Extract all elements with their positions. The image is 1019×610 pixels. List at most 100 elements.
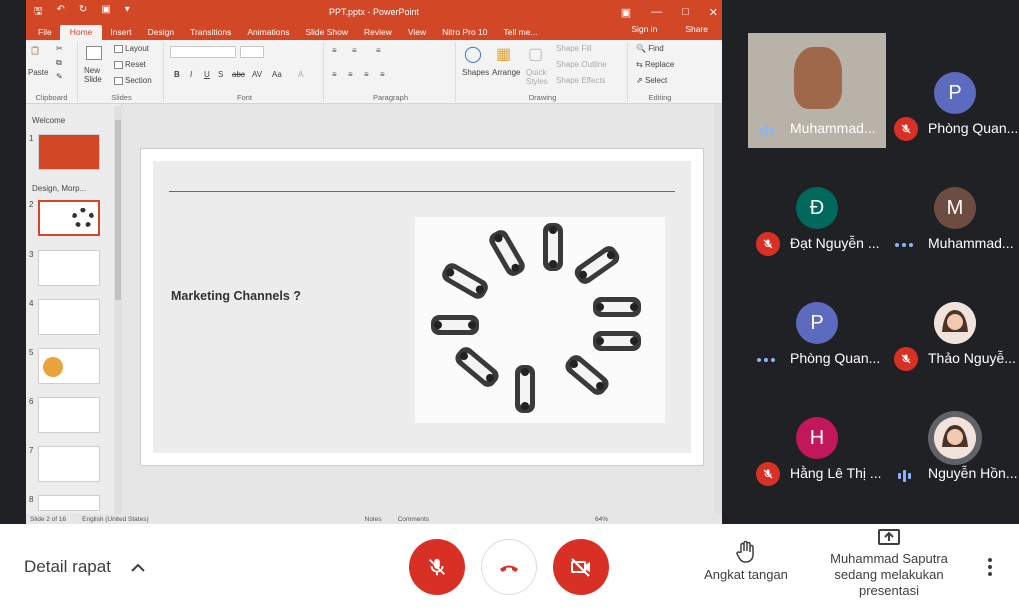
shapes-button[interactable]: Shapes: [462, 68, 489, 77]
tell-me[interactable]: Tell me...: [496, 27, 546, 40]
tab-view[interactable]: View: [400, 27, 434, 40]
paste-button[interactable]: Paste: [28, 68, 48, 77]
ribbon-options-icon[interactable]: ▣: [621, 6, 631, 19]
slide-scrollbar[interactable]: [714, 104, 722, 514]
bold-button[interactable]: B: [174, 70, 180, 79]
speaking-icon: [898, 470, 911, 482]
slide-thumb-8[interactable]: [38, 495, 100, 511]
title-rule: [169, 191, 675, 192]
indent-icon[interactable]: ≡: [376, 46, 381, 55]
more-options-button[interactable]: [988, 558, 992, 576]
participant-tile[interactable]: M Muhammad...: [886, 148, 1019, 263]
cut-icon[interactable]: ✂: [56, 44, 63, 53]
presentation-status[interactable]: Muhammad Saputra sedang melakukan presen…: [820, 528, 958, 599]
tab-animations[interactable]: Animations: [239, 27, 297, 40]
change-case-button[interactable]: Aa: [272, 70, 282, 79]
numbering-icon[interactable]: ≡: [352, 46, 357, 55]
slide-title[interactable]: Marketing Channels ?: [171, 289, 301, 303]
share-button[interactable]: Share: [677, 24, 716, 37]
meeting-details-button[interactable]: Detail rapat: [24, 557, 111, 577]
camera-button[interactable]: [553, 539, 609, 595]
format-painter-icon[interactable]: ✎: [56, 72, 63, 81]
shadow-button[interactable]: S: [218, 70, 223, 79]
slide-thumb-7[interactable]: [38, 446, 100, 482]
sign-in-link[interactable]: Sign in: [623, 24, 665, 37]
shape-effects-button[interactable]: Shape Effects: [556, 76, 606, 85]
zoom-level[interactable]: 64%: [595, 516, 608, 523]
slide-number: 2: [29, 200, 34, 209]
participant-tile[interactable]: Thảo Nguyễ...: [886, 263, 1019, 378]
tab-review[interactable]: Review: [356, 27, 400, 40]
mic-button[interactable]: [409, 539, 465, 595]
replace-button[interactable]: ⇆ Replace: [636, 60, 674, 69]
participant-tile[interactable]: P Phòng Quan...: [748, 263, 886, 378]
justify-icon[interactable]: ≡: [380, 70, 385, 79]
chevron-up-icon[interactable]: [130, 560, 146, 576]
font-name-input[interactable]: [170, 46, 236, 58]
tab-insert[interactable]: Insert: [102, 27, 139, 40]
quick-styles-button[interactable]: Quick Styles: [526, 68, 550, 86]
align-right-icon[interactable]: ≡: [364, 70, 369, 79]
section-welcome[interactable]: Welcome: [32, 116, 65, 125]
current-slide[interactable]: Marketing Channels ?: [140, 148, 704, 466]
tab-nitro[interactable]: Nitro Pro 10: [434, 27, 495, 40]
paragraph-label: Paragraph: [372, 93, 409, 102]
section-design[interactable]: Design, Morp...: [32, 184, 86, 193]
slide-thumb-4[interactable]: [38, 299, 100, 335]
layout-button[interactable]: Layout: [114, 44, 149, 53]
mic-off-icon: [429, 558, 445, 576]
tab-transitions[interactable]: Transitions: [182, 27, 239, 40]
raise-hand-button[interactable]: Angkat tangan: [696, 540, 796, 582]
share-margin: [0, 0, 26, 524]
shape-fill-button[interactable]: Shape Fill: [556, 44, 592, 53]
paste-icon[interactable]: 📋: [30, 46, 40, 55]
tab-slideshow[interactable]: Slide Show: [297, 27, 356, 40]
comments-button[interactable]: Comments: [398, 516, 429, 523]
participant-tile[interactable]: Đ Đạt Nguyễn ...: [748, 148, 886, 263]
slide-thumb-6[interactable]: [38, 397, 100, 433]
participant-tile[interactable]: H Hằng Lê Thị ...: [748, 378, 886, 493]
tab-file[interactable]: File: [30, 27, 60, 40]
select-button[interactable]: ⇗ Select: [636, 76, 667, 85]
new-slide-button[interactable]: New Slide: [84, 66, 116, 84]
strikethrough-button[interactable]: abc: [232, 70, 245, 79]
spacing-button[interactable]: AV: [252, 70, 262, 79]
slide-thumbnails: Welcome 1 Design, Morp... 2 3 4 5 6 7 8: [26, 104, 122, 514]
tab-home[interactable]: Home: [59, 25, 103, 40]
minimize-icon[interactable]: —: [651, 6, 662, 19]
slide-thumb-5[interactable]: [38, 348, 100, 384]
slide-thumb-3[interactable]: [38, 250, 100, 286]
thumbnail-scrollbar[interactable]: [114, 106, 122, 514]
participant-tile[interactable]: Nguyễn Hồn...: [886, 378, 1019, 493]
font-size-input[interactable]: [240, 46, 264, 58]
align-center-icon[interactable]: ≡: [348, 70, 353, 79]
hand-icon: [736, 540, 754, 563]
notes-button[interactable]: Notes: [365, 516, 382, 523]
arrange-button[interactable]: Arrange: [492, 68, 520, 77]
quick-styles-icon[interactable]: ▢: [528, 44, 543, 64]
reset-button[interactable]: Reset: [114, 60, 146, 69]
new-slide-icon[interactable]: [86, 46, 104, 60]
tab-design[interactable]: Design: [140, 27, 182, 40]
maximize-icon[interactable]: □: [682, 6, 689, 19]
italic-button[interactable]: I: [190, 70, 192, 79]
leave-call-button[interactable]: [481, 539, 537, 595]
meeting-controls: Detail rapat Angkat tangan Muhammad Sapu…: [0, 524, 1019, 610]
bullets-icon[interactable]: ≡: [332, 46, 337, 55]
close-icon[interactable]: ✕: [709, 6, 718, 19]
section-button[interactable]: Section: [114, 76, 152, 85]
shape-outline-button[interactable]: Shape Outline: [556, 60, 607, 69]
align-left-icon[interactable]: ≡: [332, 70, 337, 79]
slide-thumb-1[interactable]: [38, 134, 100, 170]
font-color-button[interactable]: A: [298, 70, 303, 79]
clipboard-label: Clipboard: [35, 93, 68, 102]
find-button[interactable]: 🔍 Find: [636, 44, 664, 53]
participant-tile[interactable]: Muhammad...: [748, 33, 886, 148]
shapes-icon[interactable]: ◯: [464, 44, 482, 64]
participant-tile[interactable]: P Phòng Quan...: [886, 33, 1019, 148]
arrange-icon[interactable]: ▦: [496, 44, 511, 64]
underline-button[interactable]: U: [204, 70, 210, 79]
chain-image[interactable]: [415, 217, 665, 423]
slide-thumb-2[interactable]: [38, 200, 100, 236]
copy-icon[interactable]: ⧉: [56, 58, 62, 68]
